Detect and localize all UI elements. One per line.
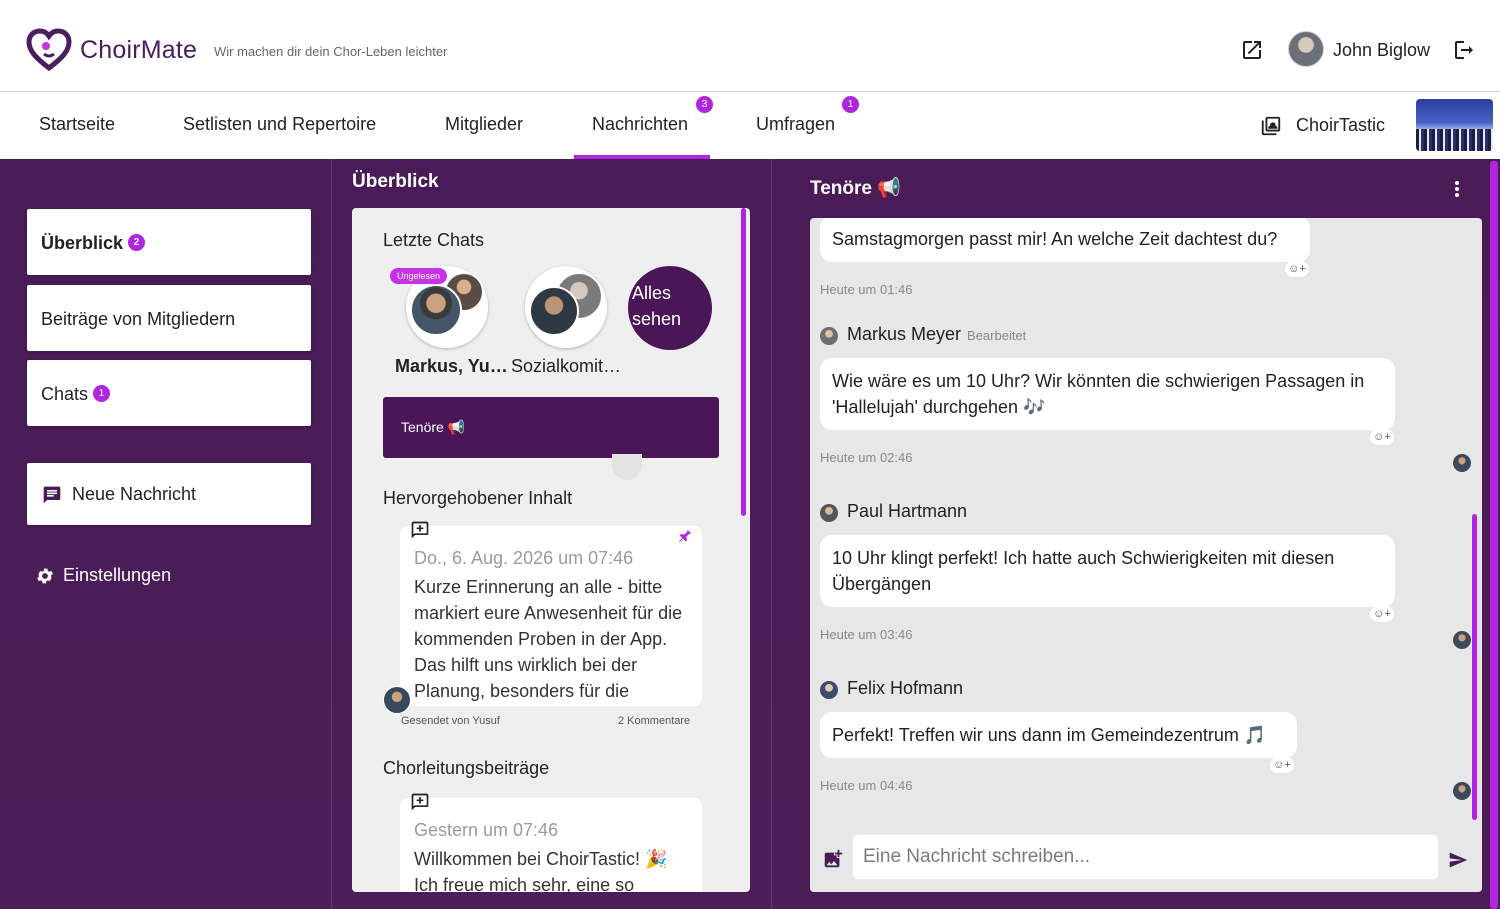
avatar — [529, 286, 579, 336]
highlighted-content-title: Hervorgehobener Inhalt — [383, 488, 573, 508]
see-all-chats-button[interactable]: Alles sehen — [628, 266, 712, 350]
chat-label[interactable]: Sozialkomit… — [511, 356, 621, 377]
add-reaction-icon[interactable]: ☺+ — [1370, 429, 1394, 445]
sidebar-item-overview[interactable]: Überblick 2 — [27, 209, 311, 275]
post-sender: Gesendet von Yusuf — [401, 715, 500, 727]
post-text: Kurze Erinnerung an alle - bitte markier… — [414, 577, 683, 701]
sidebar-item-label: Beiträge von Mitgliedern — [41, 309, 236, 329]
message-icon — [43, 486, 61, 504]
gear-icon — [37, 568, 53, 584]
choir-image[interactable] — [1416, 99, 1493, 151]
sidebar-item-member-posts[interactable]: Beiträge von Mitgliedern — [27, 285, 311, 351]
edited-label: Bearbeitet — [967, 328, 1027, 343]
recent-chats-title: Letzte Chats — [383, 230, 485, 250]
highlighted-post-card[interactable]: Do., 6. Aug. 2026 um 07:46 Kurze Erinner… — [400, 526, 702, 706]
sender-name: Markus Meyer Bearbeitet — [847, 324, 1027, 344]
logout-icon[interactable] — [1452, 38, 1476, 62]
umfragen-badge: 1 — [842, 96, 859, 113]
post-date: Gestern um 07:46 — [414, 820, 559, 840]
send-icon[interactable] — [1447, 850, 1469, 870]
brand-name[interactable]: ChoirMate — [80, 36, 197, 65]
read-receipt-avatar — [1453, 454, 1471, 472]
pin-icon — [679, 530, 691, 542]
message-input[interactable] — [852, 834, 1439, 880]
message-timestamp: Heute um 04:46 — [820, 778, 913, 793]
nav-item-setlisten[interactable]: Setlisten und Repertoire — [183, 114, 376, 135]
leadership-post-card[interactable]: Gestern um 07:46 Willkommen bei ChoirTas… — [400, 798, 702, 892]
add-comment-icon[interactable] — [409, 792, 431, 812]
post-text: Willkommen bei ChoirTastic! 🎉 Ich freue … — [414, 849, 668, 892]
column-divider — [771, 159, 772, 909]
nav-item-umfragen[interactable]: Umfragen — [756, 114, 835, 135]
chat-circle-sozialkomitee[interactable] — [525, 266, 607, 348]
chat-panel: Samstagmorgen passt mir! An welche Zeit … — [810, 218, 1482, 892]
settings-label: Einstellungen — [63, 565, 172, 585]
overview-badge: 2 — [128, 233, 146, 251]
read-receipt-avatar — [1453, 782, 1471, 800]
read-receipt-avatar — [1453, 631, 1471, 649]
sender-avatar — [820, 327, 838, 345]
sidebar-item-label: Chats 1 — [41, 384, 111, 405]
message-bubble[interactable]: Wie wäre es um 10 Uhr? Wir könnten die s… — [820, 358, 1395, 430]
chats-badge: 1 — [93, 384, 111, 402]
tagline: Wir machen dir dein Chor-Leben leichter — [214, 44, 448, 59]
more-options-icon[interactable] — [1452, 179, 1462, 199]
see-all-label: Alles sehen — [632, 283, 682, 329]
new-message-button[interactable]: Neue Nachricht — [27, 463, 311, 525]
sidebar-item-label: Überblick 2 — [41, 233, 146, 254]
message-bubble[interactable]: Perfekt! Treffen wir uns dann im Gemeind… — [820, 712, 1297, 758]
top-header: ChoirMate Wir machen dir dein Chor-Leben… — [0, 0, 1500, 92]
avatar — [410, 284, 462, 336]
active-chat-label: Tenöre 📢 — [401, 419, 466, 435]
choirmate-logo-icon[interactable] — [26, 28, 72, 72]
message-timestamp: Heute um 03:46 — [820, 627, 913, 642]
message-bubble[interactable]: 10 Uhr klingt perfekt! Ich hatte auch Sc… — [820, 535, 1395, 607]
add-reaction-icon[interactable]: ☺+ — [1270, 757, 1294, 773]
choir-name[interactable]: ChoirTastic — [1296, 115, 1385, 136]
sender-name: Paul Hartmann — [847, 501, 968, 521]
user-name[interactable]: John Biglow — [1333, 40, 1430, 61]
attach-media-icon[interactable] — [822, 848, 844, 870]
message-composer — [810, 822, 1482, 892]
nav-item-mitglieder[interactable]: Mitglieder — [445, 114, 523, 135]
unread-badge: Ungelesen — [390, 268, 448, 284]
user-avatar[interactable] — [1288, 31, 1324, 67]
page-scrollbar[interactable] — [1490, 161, 1498, 909]
open-external-icon[interactable] — [1240, 38, 1264, 62]
main-content: Überblick 2 Beiträge von Mitgliedern Chat… — [0, 159, 1500, 909]
chat-label[interactable]: Markus, Yu… — [395, 356, 508, 377]
message-timestamp: Heute um 02:46 — [820, 450, 913, 465]
nav-item-nachrichten[interactable]: Nachrichten — [592, 114, 688, 135]
overview-scrollbar[interactable] — [741, 208, 746, 516]
chat-bubble-pointer — [612, 454, 642, 480]
sender-avatar — [383, 686, 411, 714]
post-comments-count[interactable]: 2 Kommentare — [618, 715, 690, 727]
nachrichten-badge: 3 — [696, 96, 713, 113]
message-bubble[interactable]: Samstagmorgen passt mir! An welche Zeit … — [820, 218, 1310, 262]
nav-item-startseite[interactable]: Startseite — [39, 114, 115, 135]
column-divider — [331, 159, 332, 909]
leadership-posts-title: Chorleitungsbeiträge — [383, 758, 550, 778]
sender-avatar — [820, 681, 838, 699]
sender-name: Felix Hofmann — [847, 678, 964, 698]
overview-panel: Letzte Chats Ungelesen Alles sehen Marku… — [352, 208, 750, 892]
add-comment-icon[interactable] — [409, 520, 431, 540]
new-message-label: Neue Nachricht — [72, 484, 197, 504]
overview-title: Überblick — [352, 171, 439, 192]
chat-title: Tenöre 📢 — [810, 178, 901, 199]
post-date: Do., 6. Aug. 2026 um 07:46 — [414, 548, 634, 568]
add-reaction-icon[interactable]: ☺+ — [1285, 261, 1309, 277]
message-timestamp: Heute um 01:46 — [820, 282, 913, 297]
sender-avatar — [820, 504, 838, 522]
active-chat-card[interactable]: Tenöre 📢 — [383, 397, 719, 458]
choir-library-icon[interactable] — [1260, 115, 1282, 137]
add-reaction-icon[interactable]: ☺+ — [1370, 606, 1394, 622]
main-navigation: Startseite Setlisten und Repertoire Mitg… — [0, 93, 1500, 159]
chat-scrollbar[interactable] — [1472, 514, 1477, 820]
sidebar-item-chats[interactable]: Chats 1 — [27, 360, 311, 426]
